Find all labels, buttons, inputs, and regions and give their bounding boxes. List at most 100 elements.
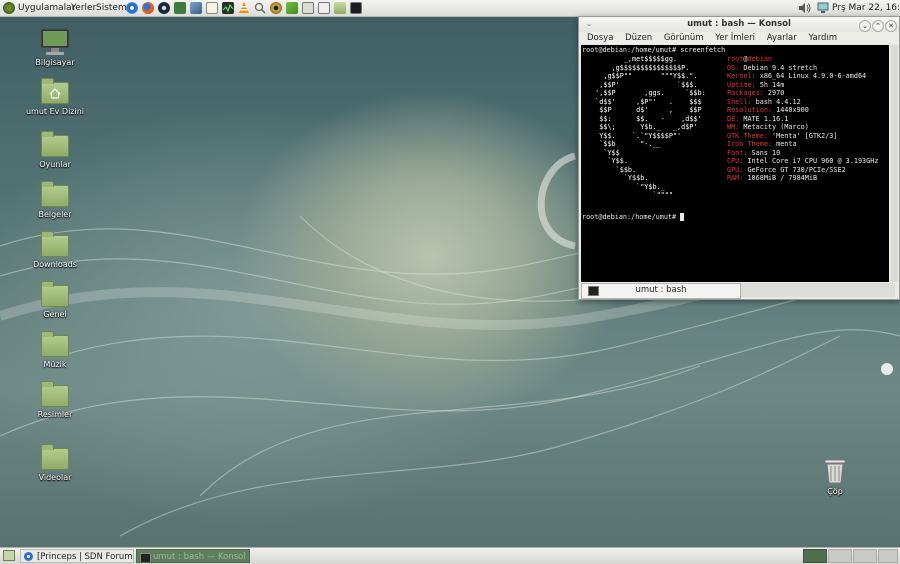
volume-icon[interactable] [798,2,812,14]
scrollbar[interactable] [891,45,898,282]
desktop-icon-label: Downloads [33,260,77,269]
desktop-dot [881,363,893,375]
logo-line: ,g$$P"" """Y$$.". [587,72,698,80]
desktop-icon-label: Resimler [37,410,73,419]
workspace-3[interactable] [853,549,877,563]
info-line: Kernel: x86_64 Linux 4.9.0-6-amd64 [727,72,878,81]
host-name: debian [747,55,773,63]
show-desktop-icon[interactable] [3,550,15,561]
logo-line: `"""" [587,191,673,199]
logo-line: $$P d$' , $$P [587,106,702,114]
info-key: Uptime: [727,80,756,89]
desktop-icon-pictures[interactable]: Resimler [15,381,95,419]
folder-icon [41,131,69,157]
workspace-4[interactable] [878,549,898,563]
network-icon[interactable] [817,2,829,14]
system-monitor-icon[interactable] [222,2,234,14]
menu-file[interactable]: Dosya [587,33,613,43]
desktop-icon-documents[interactable]: Belgeler [15,181,95,219]
clock[interactable]: Prş Mar 22, 16:54 [832,0,900,16]
logo-line: `"Y$b._ [587,182,665,191]
audio-icon[interactable] [270,2,282,14]
firefox-icon[interactable] [142,2,154,14]
menu-places[interactable]: Yerler [71,0,96,16]
calculator-icon[interactable] [302,2,314,14]
info-key: Kernel: [727,72,756,80]
menu-system[interactable]: Sistem [96,0,127,16]
konsole-window[interactable]: ⌄ umut : bash — Konsol ⌄ ⌃ ✕ Dosya Düzen… [578,16,900,300]
top-panel: Uygulamalar Yerler Sistem Prş Mar 22, 16… [0,0,900,17]
info-line: Packages: 2970 [727,89,878,98]
desktop-icon-music[interactable]: Müzik [15,331,95,369]
desktop-icon-home[interactable]: umut Ev Dizini [15,78,95,116]
info-line: Uptime: 5h 14m [727,81,878,90]
window-titlebar[interactable]: ⌄ umut : bash — Konsol ⌄ ⌃ ✕ [579,17,899,32]
tab-terminal-icon [588,286,599,296]
files-icon[interactable] [334,2,346,14]
info-line: DE: MATE 1.16.1 [727,115,878,124]
terminal-icon[interactable] [318,2,330,14]
editor-icon[interactable] [286,2,298,14]
task-browser[interactable]: [Princeps | SDN Forum ... [20,549,134,563]
desktop-icon-public[interactable]: Genel [15,281,95,319]
close-button[interactable]: ✕ [885,20,897,32]
notes-icon[interactable] [206,2,218,14]
user-host-line: root@debian [727,55,878,64]
logo-line: ,$$P' `$$$. [587,80,698,89]
info-line: Font: Sans 10 [727,149,878,158]
task-label: [Princeps | SDN Forum ... [37,552,134,562]
tab-label: umut : bash [635,285,687,295]
desktop-icon-downloads[interactable]: Downloads [15,231,95,269]
info-value: Sans 10 [747,148,781,157]
bottom-panel: [Princeps | SDN Forum ... umut : bash — … [0,547,900,564]
info-line: Icon Theme: menta [727,140,878,149]
info-line: RAM: 1068MiB / 7984MiB [727,174,878,183]
workspace-2[interactable] [828,549,852,563]
info-line: GPU: GeForce GT 730/PCIe/SSE2 [727,166,878,175]
menu-settings[interactable]: Ayarlar [767,33,797,43]
info-value: menta [772,140,797,148]
desktop-icon-trash[interactable]: Çöp [795,457,875,496]
menu-view[interactable]: Görünüm [664,33,704,43]
window-menu-icon[interactable]: ⌄ [585,20,593,28]
desktop-icon-videos[interactable]: Videolar [15,444,95,482]
logo-line: `Y$$. [587,157,628,165]
info-value: bash 4.4.12 [751,97,801,106]
info-key: Shell: [727,97,752,106]
logo-line: $$: $$. - ,d$$' [587,114,702,123]
tab-bash[interactable]: umut : bash [581,283,741,299]
menu-edit[interactable]: Düzen [625,33,652,43]
cube-icon[interactable] [190,2,202,14]
terminal-area[interactable]: root@debian:/home/umut# screenfetch _,me… [581,45,889,282]
search-icon[interactable] [254,2,266,14]
desktop-icon-games[interactable]: Oyunlar [15,131,95,169]
chromium-icon[interactable] [126,2,138,14]
steam-icon[interactable] [158,2,170,14]
workspace-1[interactable] [803,549,827,563]
desktop-icon-label: Çöp [827,487,843,496]
logo-line: `d$$' ,$P"' . $$$ [587,97,702,106]
terminal-black-icon[interactable] [350,2,362,14]
menu-bookmarks[interactable]: Yer İmleri [715,33,755,43]
info-key: WM: [727,123,740,131]
task-konsole[interactable]: umut : bash — Konsol [136,549,250,563]
vlc-icon[interactable] [238,2,250,14]
folder-icon [41,181,69,207]
desktop-icon-label: Müzik [43,360,67,369]
logo-line: ,g$$$$$$$$$$$$$$$P. [587,63,690,72]
menu-logo-icon[interactable] [3,2,15,14]
info-value: 5h 14m [755,80,785,89]
info-key: GTK Theme: [727,131,768,140]
minimize-button[interactable]: ⌄ [859,20,871,32]
menu-applications[interactable]: Uygulamalar [18,0,75,16]
menu-help[interactable]: Yardım [808,33,837,43]
logo-line: `$$b "-.__ [587,140,661,148]
game-icon[interactable] [174,2,186,14]
debian-ascii-logo: _,met$$$$$gg. ,g$$$$$$$$$$$$$$$P. ,g$$P"… [587,55,706,200]
info-value: 'Menta' [GTK2/3] [767,131,838,140]
logo-line: `Y$$ [587,148,620,157]
command-line: root@debian:/home/umut# screenfetch [582,46,726,54]
info-key: DE: [727,114,740,123]
maximize-button[interactable]: ⌃ [872,20,884,32]
desktop-icon-computer[interactable]: Bilgisayar [15,28,95,67]
